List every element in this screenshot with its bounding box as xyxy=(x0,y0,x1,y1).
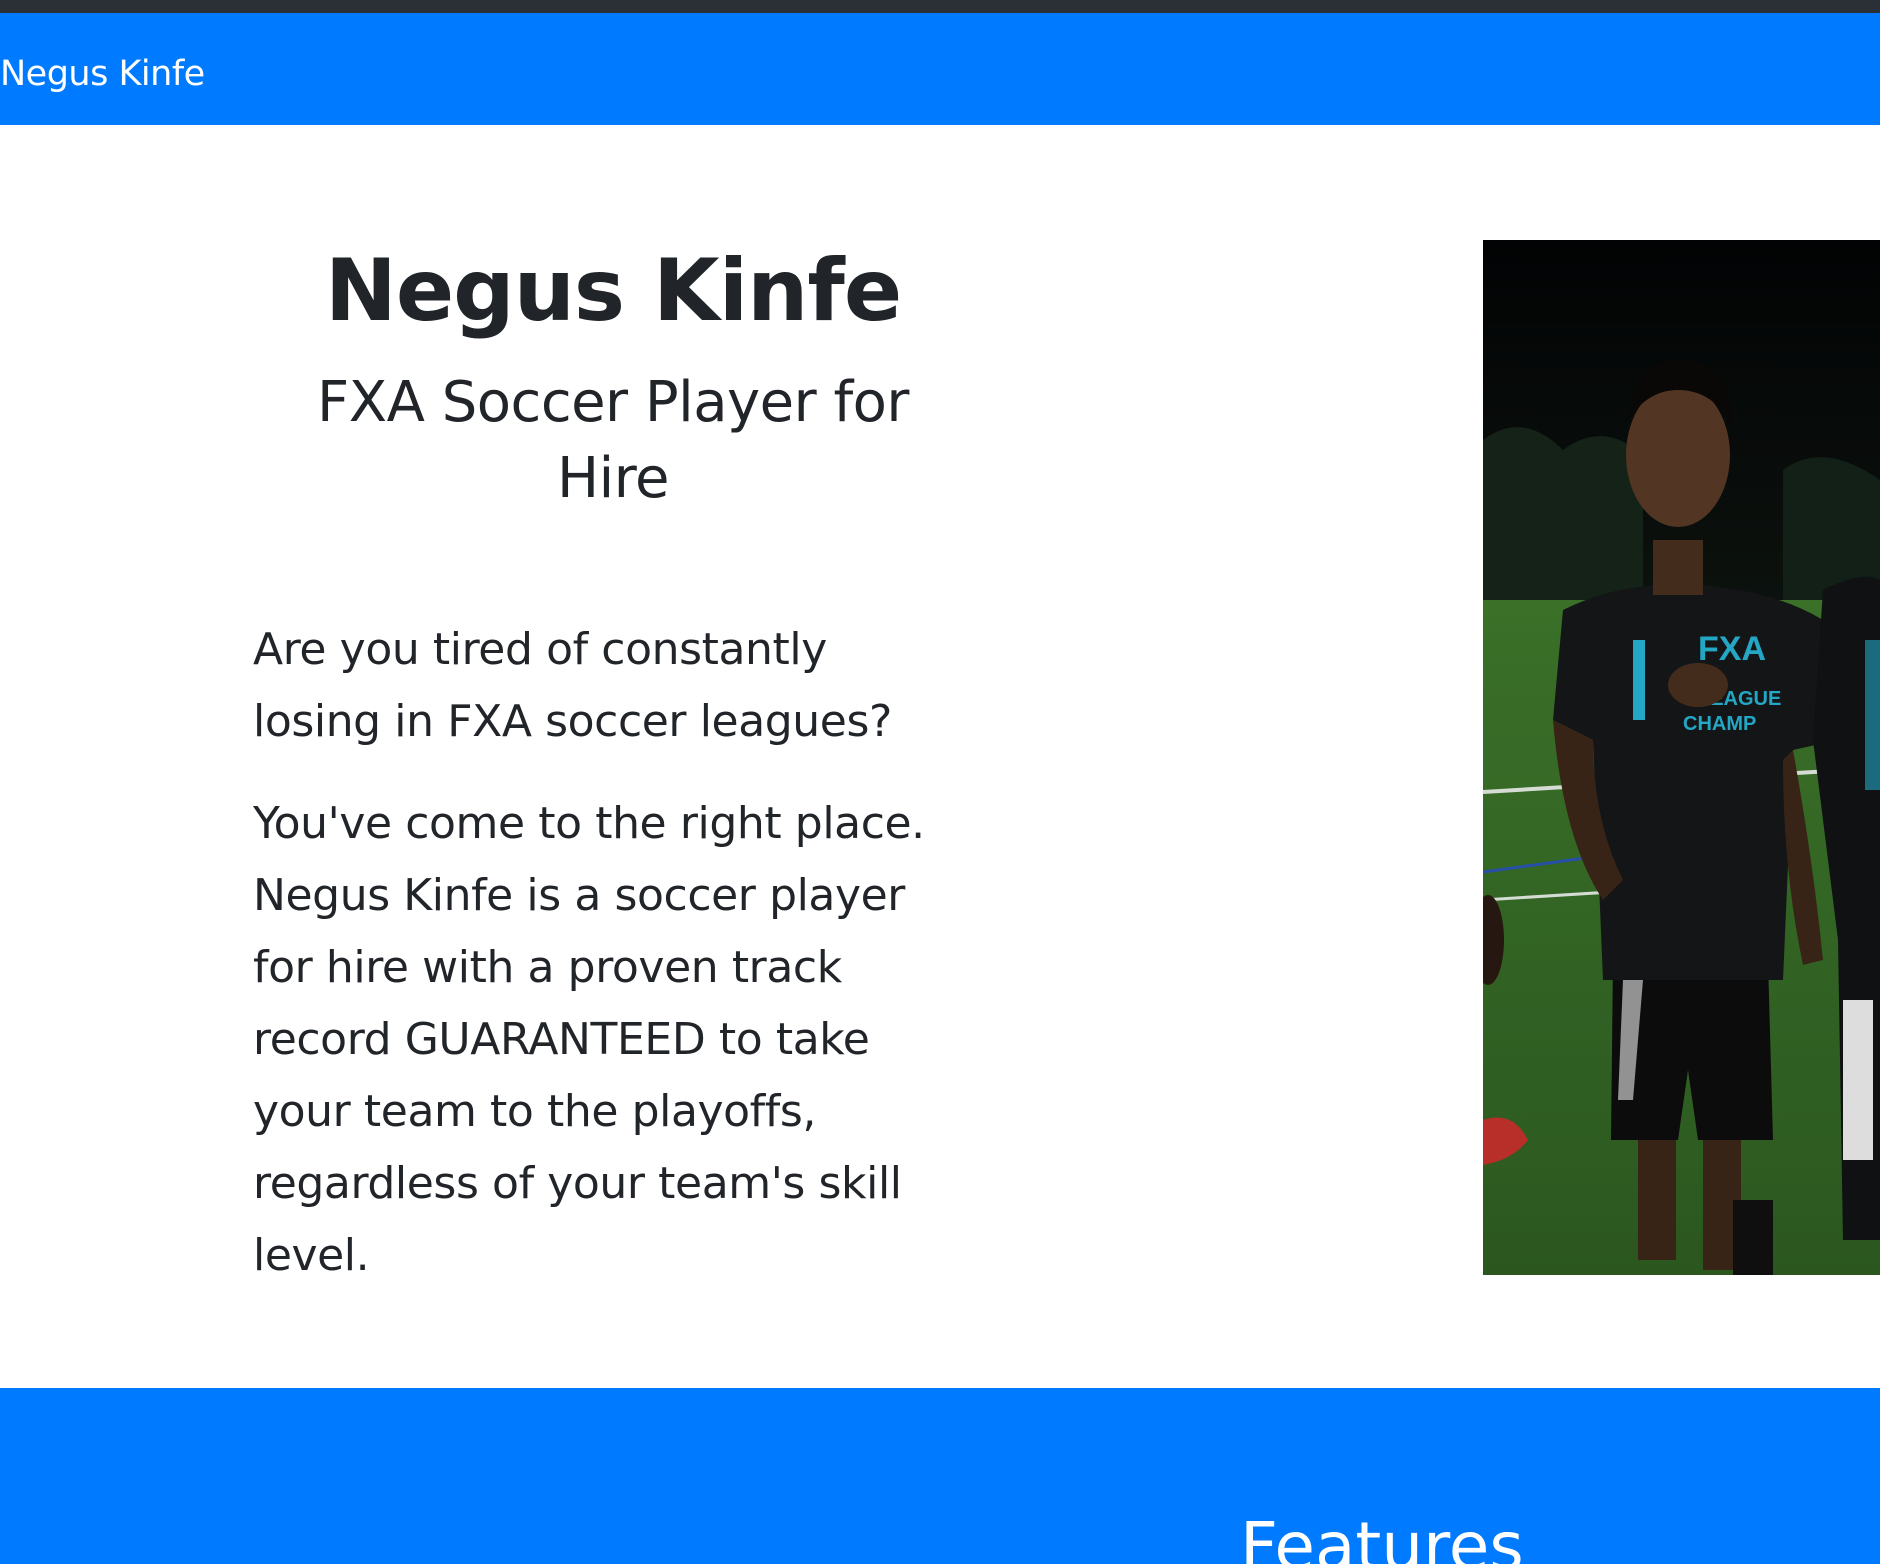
hero-subtitle: FXA Soccer Player for Hire xyxy=(317,370,909,511)
hero-copy: Are you tired of constantly losing in FX… xyxy=(253,614,963,1322)
player-photo-image: FXA LEAGUE CHAMP xyxy=(1483,240,1880,1275)
hero-header: Negus Kinfe FXA Soccer Player for Hire xyxy=(253,240,973,516)
features-title: Features xyxy=(1240,1508,1524,1564)
hero-paragraph-question: Are you tired of constantly losing in FX… xyxy=(253,624,892,747)
navbar: Negus Kinfe xyxy=(0,13,1880,125)
browser-top-strip xyxy=(0,0,1880,13)
hero-paragraph-pitch: You've come to the right place. Negus Ki… xyxy=(253,798,925,1281)
hero-title: Negus Kinfe xyxy=(324,241,902,341)
features-section: Features xyxy=(0,1388,1880,1564)
player-photo: FXA LEAGUE CHAMP xyxy=(1483,240,1880,1275)
navbar-brand-link[interactable]: Negus Kinfe xyxy=(0,57,205,92)
